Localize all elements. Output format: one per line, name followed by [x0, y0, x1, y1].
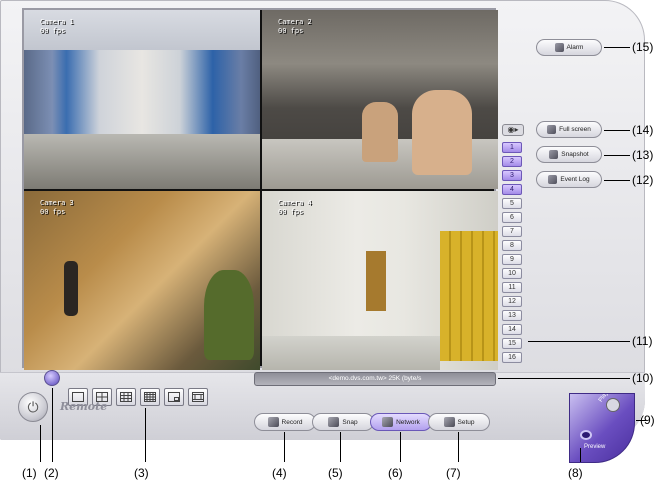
callout-15: (15) [632, 40, 654, 54]
camera-label: Camera 4 00 fps [278, 199, 312, 216]
layout-pip-button[interactable] [164, 388, 184, 406]
camera-select-button[interactable]: 8 [502, 240, 522, 251]
network-button[interactable]: Network [370, 413, 432, 431]
camera-selector: ◉▸ 1 2 3 4 5 6 7 8 9 10 11 12 13 14 15 16 [500, 120, 526, 366]
camera-select-button[interactable]: 15 [502, 338, 522, 349]
ptz-icon[interactable] [44, 370, 60, 386]
status-bar: <demo.dvs.com.tw> 25K (byte/s [254, 372, 496, 386]
camera-view-3[interactable]: Camera 3 00 fps [24, 191, 260, 370]
camera-icon[interactable]: ◉▸ [502, 124, 524, 136]
leader-line [604, 155, 630, 156]
camera-view-2[interactable]: Camera 2 00 fps [262, 10, 498, 189]
camera-select-button[interactable]: 9 [502, 254, 522, 265]
record-icon [267, 417, 279, 427]
layout-thirteen-button[interactable] [188, 388, 208, 406]
layout-nine-icon [120, 392, 132, 402]
camera-select-button[interactable]: 2 [502, 156, 522, 167]
leader-line [400, 432, 401, 462]
callout-14: (14) [632, 123, 654, 137]
callout-3: (3) [134, 466, 149, 480]
leader-line [458, 432, 459, 462]
camera-select-button[interactable]: 12 [502, 296, 522, 307]
leader-line [40, 425, 41, 462]
eye-icon [580, 430, 592, 440]
camera-select-button[interactable]: 13 [502, 310, 522, 321]
camera-view-4[interactable]: Camera 4 00 fps [262, 191, 498, 370]
callout-12: (12) [632, 173, 654, 187]
layout-nine-button[interactable] [116, 388, 136, 406]
leader-line [340, 432, 341, 462]
layout-thirteen-icon [192, 392, 204, 402]
film-reel-icon [606, 398, 620, 412]
camera-label: Camera 3 00 fps [40, 199, 74, 216]
event-log-button[interactable]: Event Log [536, 171, 602, 188]
camera-select-button[interactable]: 3 [502, 170, 522, 181]
event-log-icon [548, 175, 558, 184]
video-grid: Camera 1 00 fps Camera 2 00 fps Camera 3… [22, 8, 498, 370]
camera-label: Camera 2 00 fps [278, 18, 312, 35]
camera-select-button[interactable]: 6 [502, 212, 522, 223]
leader-line [528, 341, 630, 342]
camera-select-button[interactable]: 5 [502, 198, 522, 209]
remote-label: Remote [60, 400, 108, 413]
camera-select-button[interactable]: 4 [502, 184, 522, 195]
leader-line [604, 47, 630, 48]
layout-sixteen-button[interactable] [140, 388, 160, 406]
callout-8: (8) [568, 466, 583, 480]
record-button[interactable]: Record [254, 413, 316, 431]
callout-9: (9) [640, 413, 655, 427]
leader-line [604, 130, 630, 131]
full-screen-button[interactable]: Full screen [536, 121, 602, 138]
camera-label: Camera 1 00 fps [40, 18, 74, 35]
camera-select-button[interactable]: 10 [502, 268, 522, 279]
camera-select-button[interactable]: 1 [502, 142, 522, 153]
alarm-icon [554, 43, 564, 52]
callout-11: (11) [632, 334, 653, 348]
alarm-button[interactable]: Alarm [536, 39, 602, 56]
power-button[interactable]: ⏻ [18, 392, 48, 422]
camera-select-button[interactable]: 14 [502, 324, 522, 335]
leader-line [498, 378, 630, 379]
camera-select-button[interactable]: 16 [502, 352, 522, 363]
snap-icon [328, 417, 340, 427]
camera-select-button[interactable]: 11 [502, 282, 522, 293]
layout-pip-icon [168, 392, 180, 402]
callout-10: (10) [632, 371, 654, 385]
callout-7: (7) [446, 466, 461, 480]
leader-line [52, 388, 53, 462]
camera-view-1[interactable]: Camera 1 00 fps [24, 10, 260, 189]
fullscreen-icon [547, 125, 557, 134]
leader-line [145, 408, 146, 462]
leader-line [580, 448, 581, 462]
setup-icon [443, 417, 455, 427]
snapshot-icon [549, 150, 559, 159]
network-icon [382, 417, 394, 427]
layout-sixteen-icon [144, 392, 156, 402]
callout-6: (6) [388, 466, 403, 480]
leader-line [284, 432, 285, 462]
leader-line [604, 180, 630, 181]
callout-1: (1) [22, 466, 37, 480]
callout-4: (4) [272, 466, 287, 480]
camera-select-button[interactable]: 7 [502, 226, 522, 237]
snap-button[interactable]: Snap [312, 413, 374, 431]
preview-playback-button[interactable]: Playback Preview [569, 393, 635, 463]
callout-5: (5) [328, 466, 343, 480]
setup-button[interactable]: Setup [428, 413, 490, 431]
callout-13: (13) [632, 148, 654, 162]
callout-2: (2) [44, 466, 59, 480]
snapshot-button[interactable]: Snapshot [536, 146, 602, 163]
preview-label[interactable]: Preview [584, 444, 605, 450]
